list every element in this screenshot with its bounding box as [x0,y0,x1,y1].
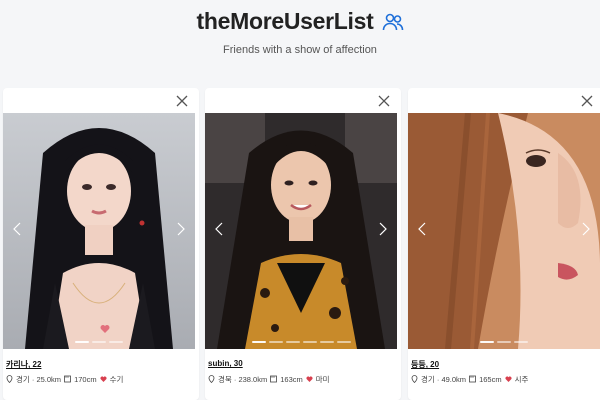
photo-indicator [3,341,195,345]
ruler-icon [270,375,278,383]
prev-photo-button[interactable] [9,218,25,240]
user-meta: 경북 · 238.0km 163cm 마미 [208,373,330,385]
heart-icon [100,376,107,382]
user-height: 163cm [280,374,303,384]
page-header: theMoreUserList Friends with a show of a… [0,0,600,80]
title-row: theMoreUserList [0,8,600,35]
photo-indicator-dot[interactable] [268,341,283,343]
photo-indicator-dot[interactable] [109,341,123,343]
user-photo[interactable] [408,113,600,349]
close-button[interactable] [173,92,191,110]
user-name-age[interactable]: subin, 30 [208,359,243,368]
chevron-left-icon [13,222,21,236]
user-card[interactable]: 등등, 20 경기 · 49.0km 165cm 시주 [408,88,600,400]
user-location: 경기 · 49.0km [421,374,467,384]
user-photo[interactable] [205,113,397,349]
chevron-right-icon [177,222,185,236]
user-name-age[interactable]: 카리나, 22 [6,359,41,370]
user-name-age[interactable]: 등등, 20 [411,359,439,370]
chevron-right-icon [582,222,590,236]
photo-indicator [408,341,600,345]
photo-indicator-dot[interactable] [497,341,511,343]
ruler-icon [469,375,476,383]
photo-indicator-dot[interactable] [514,341,528,343]
next-photo-button[interactable] [578,218,594,240]
close-icon [581,95,593,107]
user-card-list: 카리나, 22 경기 · 25.0km 170cm 수기 subin, 30 경… [0,88,600,400]
map-pin-icon [6,375,13,383]
photo-indicator-dot[interactable] [480,341,494,343]
close-button[interactable] [375,92,393,110]
map-pin-icon [411,375,418,383]
chevron-left-icon [418,222,426,236]
photo-indicator [205,341,397,345]
user-meta: 경기 · 49.0km 165cm 시주 [411,373,528,385]
user-meta: 경기 · 25.0km 170cm 수기 [6,373,123,385]
heart-icon [505,376,512,382]
chevron-left-icon [215,222,223,236]
portrait-image [205,113,397,349]
photo-indicator-dot[interactable] [285,341,300,343]
user-photo[interactable] [3,113,195,349]
user-height: 170cm [74,374,97,384]
prev-photo-button[interactable] [211,218,227,240]
user-card[interactable]: 카리나, 22 경기 · 25.0km 170cm 수기 [3,88,199,400]
page-subtitle: Friends with a show of affection [223,44,377,56]
users-icon [382,12,404,32]
prev-photo-button[interactable] [414,218,430,240]
photo-indicator-dot[interactable] [302,341,317,343]
user-type: 시주 [514,374,529,384]
photo-indicator-dot[interactable] [319,341,334,343]
heart-icon [306,376,313,382]
photo-indicator-dot[interactable] [336,341,351,343]
user-card[interactable]: subin, 30 경북 · 238.0km 163cm 마미 [205,88,401,400]
close-icon [378,95,390,107]
user-height: 165cm [479,374,502,384]
photo-indicator-dot[interactable] [75,341,89,343]
next-photo-button[interactable] [173,218,189,240]
photo-indicator-dot[interactable] [251,341,266,343]
photo-indicator-dot[interactable] [92,341,106,343]
close-button[interactable] [578,92,596,110]
chevron-right-icon [379,222,387,236]
close-icon [176,95,188,107]
user-location: 경기 · 25.0km [16,374,62,384]
user-location: 경북 · 238.0km [218,374,268,384]
page-title: theMoreUserList [196,8,374,34]
ruler-icon [64,375,71,383]
user-type: 마미 [315,374,330,384]
portrait-image [3,113,195,349]
map-pin-icon [208,375,215,383]
user-type: 수기 [109,374,124,384]
portrait-image [408,113,600,349]
next-photo-button[interactable] [375,218,391,240]
